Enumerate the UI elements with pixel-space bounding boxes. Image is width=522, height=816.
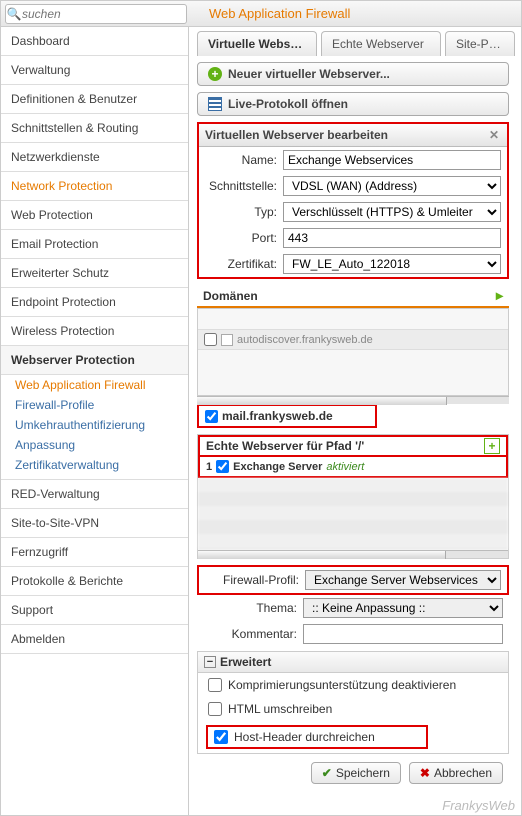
comment-input[interactable] xyxy=(303,624,503,644)
iface-select[interactable]: VDSL (WAN) (Address) xyxy=(283,176,501,196)
page-icon xyxy=(221,334,233,346)
domain-checkbox-autodiscover[interactable] xyxy=(204,333,217,346)
port-label: Port: xyxy=(205,231,283,245)
sidebar-item-dashboard[interactable]: Dashboard xyxy=(1,27,188,56)
type-label: Typ: xyxy=(205,205,283,219)
comment-label: Kommentar: xyxy=(203,627,303,641)
opt-compression-checkbox[interactable] xyxy=(208,678,222,692)
real-webserver-heading: Echte Webserver für Pfad '/' xyxy=(206,439,364,453)
rw-number: 1 xyxy=(206,461,212,473)
opt-html-rewrite-label: HTML umschreiben xyxy=(228,702,332,716)
sidebar-sub-anpassung[interactable]: Anpassung xyxy=(1,435,188,455)
cert-select[interactable]: FW_LE_Auto_122018 xyxy=(283,254,501,274)
domain-item-autodiscover[interactable]: autodiscover.frankysweb.de xyxy=(198,329,508,350)
opt-html-rewrite-checkbox[interactable] xyxy=(208,702,222,716)
mail-domain-row[interactable]: mail.frankysweb.de xyxy=(197,404,377,428)
sidebar-item-red[interactable]: RED-Verwaltung xyxy=(1,480,188,509)
sidebar-sub-waf[interactable]: Web Application Firewall xyxy=(1,375,188,395)
opt-html-rewrite-row[interactable]: HTML umschreiben xyxy=(198,697,508,721)
sidebar-item-wireless-protection[interactable]: Wireless Protection xyxy=(1,317,188,346)
mail-domain-label: mail.frankysweb.de xyxy=(222,409,333,423)
new-virtual-server-label: Neuer virtueller Webserver... xyxy=(228,67,390,81)
new-virtual-server-button[interactable]: + Neuer virtueller Webserver... xyxy=(197,62,509,86)
domain-label: autodiscover.frankysweb.de xyxy=(237,334,373,346)
sidebar-item-webserver-protection[interactable]: Webserver Protection xyxy=(1,346,188,375)
add-real-webserver-icon[interactable]: + xyxy=(484,438,500,454)
search-icon: 🔍 xyxy=(6,7,22,21)
collapse-icon[interactable]: − xyxy=(204,656,216,668)
advanced-panel: − Erweitert Komprimierungsunterstützung … xyxy=(197,651,509,754)
rw-scrollbar[interactable] xyxy=(198,550,508,558)
name-label: Name: xyxy=(205,153,283,167)
panel-title: Virtuellen Webserver bearbeiten xyxy=(205,128,388,142)
edit-webserver-panel: Virtuellen Webserver bearbeiten ✕ Name: … xyxy=(197,122,509,279)
sidebar-item-s2s-vpn[interactable]: Site-to-Site-VPN xyxy=(1,509,188,538)
close-icon[interactable]: ✕ xyxy=(487,128,501,142)
opt-compression-row[interactable]: Komprimierungsunterstützung deaktivieren xyxy=(198,673,508,697)
iface-label: Schnittstelle: xyxy=(205,179,283,193)
real-webserver-item[interactable]: 1 Exchange Server aktiviert xyxy=(198,457,508,478)
opt-host-header-label: Host-Header durchreichen xyxy=(234,730,375,744)
sidebar-item-support[interactable]: Support xyxy=(1,596,188,625)
rw-checkbox[interactable] xyxy=(216,460,229,473)
domain-checkbox-mail[interactable] xyxy=(205,410,218,423)
theme-select[interactable]: :: Keine Anpassung :: xyxy=(303,598,503,618)
fw-profile-label: Firewall-Profil: xyxy=(205,573,305,587)
domain-list: autodiscover.frankysweb.de xyxy=(197,308,509,396)
sidebar-item-definitionen[interactable]: Definitionen & Benutzer xyxy=(1,85,188,114)
plus-icon: + xyxy=(208,67,222,81)
search-input[interactable] xyxy=(22,7,186,21)
sidebar-item-network-protection[interactable]: Network Protection xyxy=(1,172,188,201)
check-icon: ✔ xyxy=(322,766,332,780)
sidebar-item-abmelden[interactable]: Abmelden xyxy=(1,625,188,654)
tab-real-webservers[interactable]: Echte Webserver xyxy=(321,31,441,56)
sidebar-item-verwaltung[interactable]: Verwaltung xyxy=(1,56,188,85)
type-select[interactable]: Verschlüsselt (HTTPS) & Umleiter xyxy=(283,202,501,222)
opt-compression-label: Komprimierungsunterstützung deaktivieren xyxy=(228,678,456,692)
sidebar-item-erweiterter-schutz[interactable]: Erweiterter Schutz xyxy=(1,259,188,288)
opt-host-header-row[interactable]: Host-Header durchreichen xyxy=(214,730,420,744)
sidebar-sub-firewall-profile[interactable]: Firewall-Profile xyxy=(1,395,188,415)
sidebar-sub-reverse-auth[interactable]: Umkehrauthentifizierung xyxy=(1,415,188,435)
sidebar-item-endpoint-protection[interactable]: Endpoint Protection xyxy=(1,288,188,317)
advanced-heading: Erweitert xyxy=(220,655,271,669)
name-input[interactable] xyxy=(283,150,501,170)
rw-name: Exchange Server xyxy=(233,461,322,473)
cancel-button[interactable]: ✖ Abbrechen xyxy=(409,762,503,784)
cancel-label: Abbrechen xyxy=(434,766,492,780)
cert-label: Zertifikat: xyxy=(205,257,283,271)
sidebar-item-web-protection[interactable]: Web Protection xyxy=(1,201,188,230)
log-icon xyxy=(208,97,222,111)
sidebar-item-schnittstellen[interactable]: Schnittstellen & Routing xyxy=(1,114,188,143)
domains-heading: Domänen xyxy=(203,289,258,303)
port-input[interactable] xyxy=(283,228,501,248)
domain-scrollbar[interactable] xyxy=(197,396,509,404)
tab-virtual-webservers[interactable]: Virtuelle Webs… xyxy=(197,31,317,56)
search-box[interactable]: 🔍 xyxy=(5,4,187,24)
cancel-icon: ✖ xyxy=(420,766,430,780)
tab-site-path[interactable]: Site-Path-R xyxy=(445,31,515,56)
sidebar-item-email-protection[interactable]: Email Protection xyxy=(1,230,188,259)
save-label: Speichern xyxy=(336,766,390,780)
sidebar-sub-zertifikate[interactable]: Zertifikatverwaltung xyxy=(1,455,188,475)
rw-blurred-rows xyxy=(198,478,508,550)
opt-host-header-checkbox[interactable] xyxy=(214,730,228,744)
save-button[interactable]: ✔ Speichern xyxy=(311,762,401,784)
sidebar-item-netzwerkdienste[interactable]: Netzwerkdienste xyxy=(1,143,188,172)
theme-label: Thema: xyxy=(203,601,303,615)
sidebar-item-fernzugriff[interactable]: Fernzugriff xyxy=(1,538,188,567)
page-title: Web Application Firewall xyxy=(209,6,350,21)
fw-profile-select[interactable]: Exchange Server Webservices xyxy=(305,570,501,590)
open-live-log-label: Live-Protokoll öffnen xyxy=(228,97,348,111)
sidebar-item-protokolle[interactable]: Protokolle & Berichte xyxy=(1,567,188,596)
open-live-log-button[interactable]: Live-Protokoll öffnen xyxy=(197,92,509,116)
real-webserver-panel: Echte Webserver für Pfad '/' + 1 Exchang… xyxy=(197,434,509,559)
tabs: Virtuelle Webs… Echte Webserver Site-Pat… xyxy=(197,31,521,56)
sidebar: Dashboard Verwaltung Definitionen & Benu… xyxy=(1,27,189,816)
add-domain-icon[interactable]: ▸ xyxy=(496,287,503,304)
rw-state: aktiviert xyxy=(326,461,364,473)
